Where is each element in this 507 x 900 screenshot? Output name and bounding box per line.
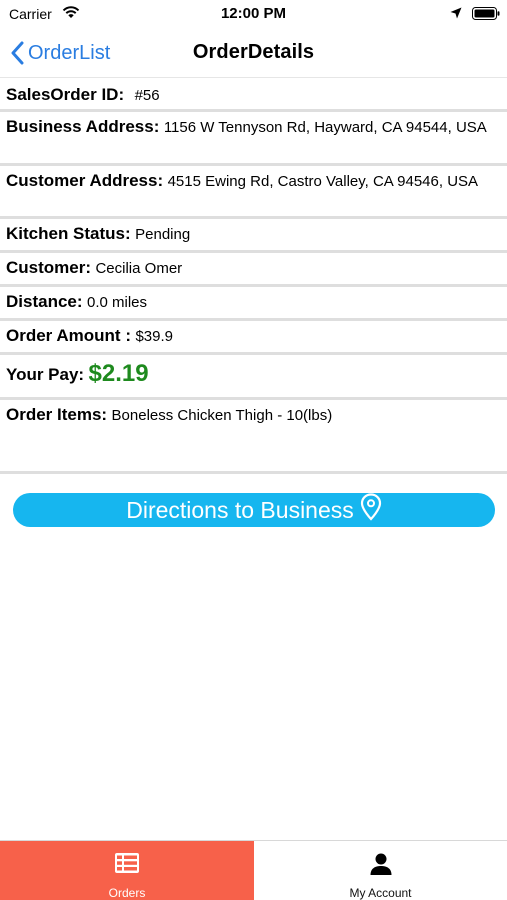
business-address-value: 1156 W Tennyson Rd, Hayward, CA 94544, U… (163, 119, 487, 136)
your-pay-value: $2.19 (88, 360, 149, 387)
list-icon (0, 853, 254, 873)
customer-row: Customer: Cecilia Omer (0, 253, 507, 287)
tab-bar: Orders My Account (0, 840, 507, 900)
distance-value: 0.0 miles (86, 294, 148, 311)
customer-value: Cecilia Omer (95, 260, 183, 277)
order-amount-row: Order Amount : $39.9 (0, 321, 507, 355)
status-bar: Carrier 12:00 PM (0, 0, 507, 28)
customer-address-label: Customer Address: (6, 171, 164, 190)
map-pin-icon (354, 493, 382, 527)
your-pay-row: Your Pay: $2.19 (0, 355, 507, 400)
kitchen-status-row: Kitchen Status: Pending (0, 219, 507, 253)
sales-order-id-label: SalesOrder ID: (6, 85, 125, 104)
tab-orders-label: Orders (108, 886, 146, 900)
directions-to-business-button[interactable]: Directions to Business (13, 493, 495, 527)
tab-my-account[interactable]: My Account (254, 841, 507, 900)
order-details-screen: Carrier 12:00 PM OrderList OrderDetails … (0, 0, 507, 900)
customer-address-row: Customer Address: 4515 Ewing Rd, Castro … (0, 166, 507, 219)
battery-icon (472, 7, 500, 25)
order-details-list: SalesOrder ID: #56 Business Address: 115… (0, 79, 507, 474)
order-items-row: Order Items: Boneless Chicken Thigh - 10… (0, 400, 507, 474)
kitchen-status-value: Pending (135, 226, 191, 243)
order-items-label: Order Items: (6, 405, 108, 424)
customer-label: Customer: (6, 258, 92, 277)
order-items-value: Boneless Chicken Thigh - 10(lbs) (111, 407, 333, 424)
distance-label: Distance: (6, 292, 83, 311)
business-address-label: Business Address: (6, 117, 160, 136)
sales-order-id-value: #56 (134, 87, 160, 104)
navigation-bar: OrderList OrderDetails (0, 28, 507, 78)
order-amount-value: $39.9 (135, 328, 173, 345)
status-time: 12:00 PM (220, 5, 287, 22)
your-pay-label: Your Pay: (6, 365, 85, 384)
directions-button-label: Directions to Business (126, 496, 354, 523)
page-title: OrderDetails (192, 41, 315, 63)
sales-order-id-row: SalesOrder ID: #56 (0, 79, 507, 112)
order-amount-label: Order Amount : (6, 326, 131, 345)
customer-address-value: 4515 Ewing Rd, Castro Valley, CA 94546, … (167, 173, 479, 190)
person-icon (254, 853, 507, 875)
tab-my-account-label: My Account (349, 886, 412, 900)
distance-row: Distance: 0.0 miles (0, 287, 507, 321)
kitchen-status-label: Kitchen Status: (6, 224, 131, 243)
business-address-row: Business Address: 1156 W Tennyson Rd, Ha… (0, 112, 507, 166)
tab-orders[interactable]: Orders (0, 841, 254, 900)
location-arrow-icon (450, 6, 462, 24)
